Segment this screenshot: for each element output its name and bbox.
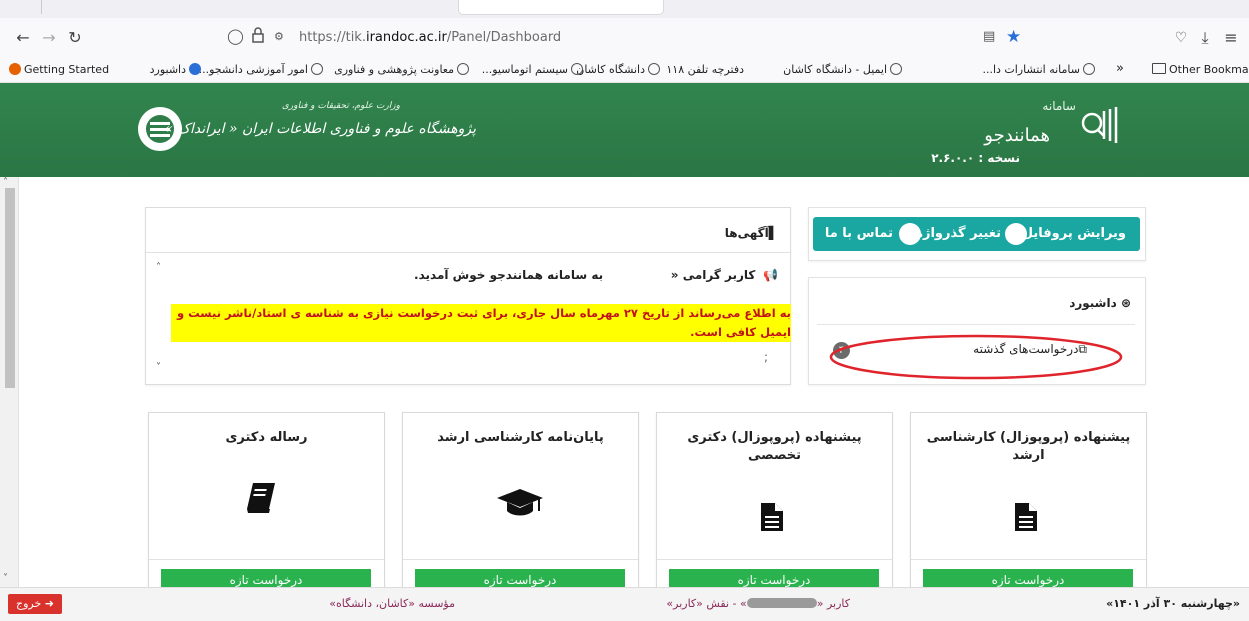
globe-icon [648, 63, 660, 75]
system-label: سامانه [1042, 99, 1076, 113]
institute-name: پژوهشگاه علوم و فناوری اطلاعات ایران « ا… [164, 121, 476, 137]
bookmark-item[interactable]: دفترچه تلفن ۱۱۸ [666, 63, 744, 76]
forward-icon[interactable]: → [38, 27, 60, 49]
firefox-icon [9, 63, 21, 75]
dashboard-favicon [189, 63, 201, 75]
reload-icon[interactable]: ↻ [64, 27, 86, 49]
globe-icon [311, 63, 323, 75]
redacted-username [746, 598, 817, 608]
doc-card-phd-dissertation: رساله دکتری درخواست تازه [148, 412, 385, 595]
bookmark-item[interactable]: امور آموزشی دانشجو... [199, 63, 326, 76]
doc-card-title: پیشنهاده (پروپوزال) دکتری تخصصی [687, 430, 862, 463]
scroll-down-icon[interactable]: ˅ [3, 573, 8, 584]
change-password-button[interactable]: تغییر گذرواژه [909, 226, 1001, 241]
version-label: نسخه : ۲.۶.۰.۰ [931, 151, 1020, 165]
file-icon [1015, 503, 1037, 534]
doc-card-title: رساله دکتری [225, 430, 308, 445]
megaphone-icon: 📢 [763, 268, 778, 282]
bookmark-item[interactable]: معاونت پژوهشی و فناوری [328, 63, 472, 76]
sign-out-icon: ➜ [44, 597, 54, 610]
announcements-title: ▌آگهی‌ها [724, 226, 778, 240]
folder-icon [1152, 63, 1166, 74]
graduation-cap-icon [497, 489, 543, 520]
tab-strip [0, 0, 1249, 18]
scroll-down-icon[interactable]: ˅ [156, 362, 161, 373]
bookmark-item[interactable]: Getting Started [6, 63, 109, 76]
bookmarks-bar: Other Bookmarks » سامانه انتشارات دا... … [0, 58, 1249, 83]
file-icon [761, 503, 783, 534]
scrollbar-thumb[interactable] [5, 188, 15, 388]
globe-icon [1083, 63, 1095, 75]
logout-button[interactable]: خروج ➜ [8, 594, 62, 614]
download-icon[interactable]: ⤓ [1194, 27, 1216, 49]
dashboard-gauge-icon: ⊛ [1120, 296, 1131, 310]
bookmark-star-icon[interactable]: ★ [1006, 27, 1021, 47]
status-footer: «چهارشنبه ۳۰ آذر ۱۴۰۱» کاربر «» - نقش «ک… [0, 587, 1249, 621]
hamanandjoo-logo-icon [1080, 103, 1120, 150]
contact-us-button[interactable]: تماس با ما [821, 226, 893, 241]
announcement-item: 📢 کاربر گرامی « به سامانه همانندجو خوش آ… [414, 268, 778, 282]
doc-card-phd-proposal: پیشنهاده (پروپوزال) دکتری تخصصی درخواست … [656, 412, 893, 595]
bookmark-item[interactable]: سامانه انتشارات دا... [908, 63, 1098, 76]
edit-profile-button[interactable]: ویرایش پروفایل [1022, 226, 1126, 241]
globe-icon [890, 63, 902, 75]
navigation-bar: ← → ↻ ◯ ⚙ https://tik.irandoc.ac.ir/Pane… [0, 18, 1249, 58]
bookmark-item[interactable]: دانشگاه کاشان [576, 63, 663, 76]
reader-view-icon[interactable]: ▤ [983, 29, 995, 44]
address-bar[interactable]: ◯ ⚙ https://tik.irandoc.ac.ir/Panel/Dash… [213, 24, 1045, 52]
globe-icon [571, 63, 583, 75]
ministry-label: وزارت علوم، تحقیقات و فناوری [281, 101, 400, 111]
active-tab[interactable] [458, 0, 664, 15]
other-bookmarks[interactable]: Other Bookmarks [1152, 63, 1249, 76]
bookmark-item[interactable]: سیستم اتوماسیو... [478, 63, 586, 76]
institution-info: مؤسسه «کاشان، دانشگاه» [329, 597, 455, 610]
permissions-icon[interactable]: ⚙ [274, 30, 284, 43]
doc-card-title: پایان‌نامه کارشناسی ارشد [437, 430, 604, 445]
book-icon [247, 483, 275, 516]
user-role-info: کاربر «» - نقش «کاربر» [666, 597, 850, 610]
bookmark-item[interactable]: داشبورد [120, 63, 204, 76]
site-header: سامانه همانندجو نسخه : ۲.۶.۰.۰ وزارت علو… [0, 83, 1249, 177]
doc-card-ms-proposal: پیشنهاده (پروپوزال) کارشناسی ارشد درخواس… [910, 412, 1147, 595]
menu-icon[interactable]: ≡ [1220, 27, 1242, 49]
chevron-right-icon[interactable]: » [1116, 61, 1124, 76]
dashboard-title: ⊛ داشبورد [1069, 296, 1131, 310]
globe-icon [457, 63, 469, 75]
announcement-item: ; [764, 350, 769, 364]
doc-card-title: پیشنهاده (پروپوزال) کارشناسی ارشد [926, 430, 1131, 463]
toggle-circle-icon [899, 223, 921, 245]
bookmark-item[interactable]: ایمیل - دانشگاه کاشان [745, 63, 905, 76]
back-icon[interactable]: ← [12, 27, 34, 49]
scroll-up-icon[interactable]: ˄ [3, 177, 8, 188]
pocket-icon[interactable]: ♡ [1170, 27, 1192, 49]
doc-card-ms-thesis: پایان‌نامه کارشناسی ارشد درخواست تازه [402, 412, 639, 595]
bookmark-icon: ▌ [768, 226, 778, 240]
url-text: https://tik.irandoc.ac.ir/Panel/Dashboar… [299, 30, 562, 45]
announcements-card: ▌آگهی‌ها ˄ ˅ 📢 کاربر گرامی « به سامانه ه… [145, 207, 791, 385]
system-name: همانندجو [984, 125, 1050, 146]
announcement-highlight: به اطلاع می‌رساند از تاریخ ۲۷ مهرماه سال… [171, 304, 791, 342]
shield-icon: ◯ [227, 27, 244, 45]
toggle-circle-icon [1005, 223, 1027, 245]
profile-actions-group: ویرایش پروفایل تغییر گذرواژه تماس با ما [813, 217, 1140, 251]
profile-actions-card: ویرایش پروفایل تغییر گذرواژه تماس با ما [808, 207, 1146, 261]
lock-icon [251, 26, 265, 47]
annotation-ellipse [829, 334, 1123, 380]
current-date: «چهارشنبه ۳۰ آذر ۱۴۰۱» [1106, 597, 1240, 610]
